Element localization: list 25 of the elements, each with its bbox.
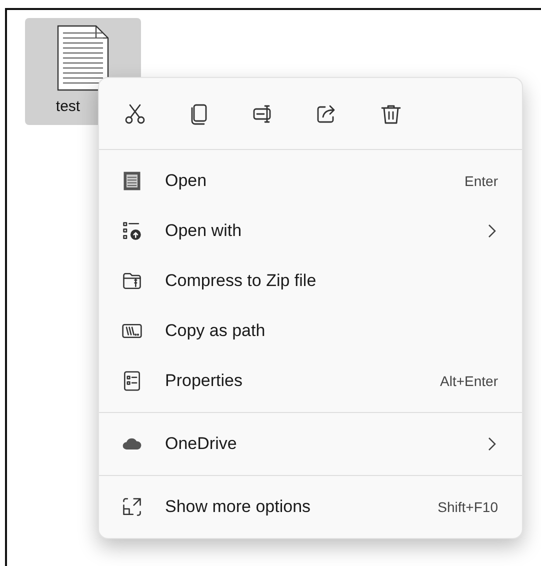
menu-item[interactable]: Copy as path <box>99 306 522 356</box>
shortcut-text: Shift+F10 <box>438 498 498 516</box>
file-name: test <box>56 97 80 117</box>
menu-item[interactable]: Properties Alt+Enter <box>99 356 522 406</box>
menu-item-label: OneDrive <box>165 433 238 456</box>
shortcut-text: Enter <box>464 172 498 190</box>
notepad-icon <box>121 170 143 192</box>
menu-item[interactable]: Open with <box>99 206 522 256</box>
properties-icon <box>121 370 143 392</box>
expand-icon <box>121 496 143 518</box>
shortcut-text: Alt+Enter <box>440 372 498 390</box>
menu-item[interactable]: Compress to Zip file <box>99 256 522 306</box>
menu-item-label: Open with <box>165 220 243 242</box>
cut-button[interactable] <box>123 102 147 126</box>
menu-item-label: Copy as path <box>165 320 266 342</box>
menu-item[interactable]: OneDrive <box>99 419 522 469</box>
menu-item[interactable]: Open Enter <box>99 156 522 206</box>
menu-item-label: Open <box>165 170 208 192</box>
menu-item-label: Compress to Zip file <box>165 270 318 292</box>
menu-item-label: Show more options <box>165 496 312 518</box>
menu-item[interactable]: Show more options Shift+F10 <box>99 482 522 532</box>
zip-folder-icon <box>121 270 143 292</box>
open-with-icon <box>121 220 143 242</box>
cut-icon <box>123 102 147 126</box>
menu-item-label: Properties <box>165 370 244 392</box>
